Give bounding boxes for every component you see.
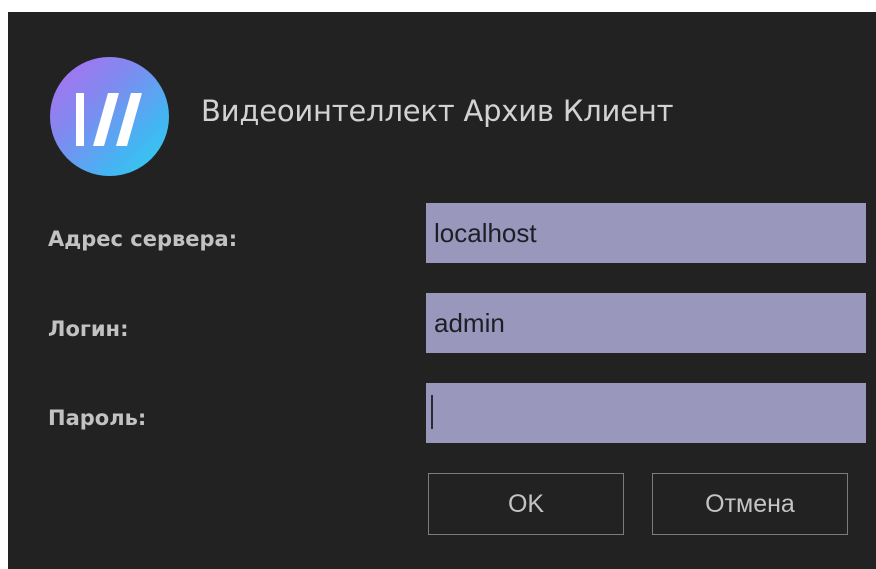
cancel-button[interactable]: Отмена xyxy=(652,473,848,535)
login-input[interactable]: admin xyxy=(426,293,866,353)
login-label: Логин: xyxy=(48,317,129,341)
password-label: Пароль: xyxy=(48,406,147,430)
login-value: admin xyxy=(434,308,505,338)
server-address-label: Адрес сервера: xyxy=(48,227,238,251)
text-cursor xyxy=(431,395,433,429)
server-address-input[interactable]: localhost xyxy=(426,203,866,263)
login-dialog: Видеоинтеллект Архив Клиент Адрес сервер… xyxy=(8,12,876,569)
app-title: Видеоинтеллект Архив Клиент xyxy=(201,94,674,128)
server-address-value: localhost xyxy=(434,218,537,248)
app-logo-icon xyxy=(50,57,169,176)
password-input[interactable] xyxy=(426,383,866,443)
ok-button[interactable]: OK xyxy=(428,473,624,535)
slash-logo-icon xyxy=(76,93,142,146)
